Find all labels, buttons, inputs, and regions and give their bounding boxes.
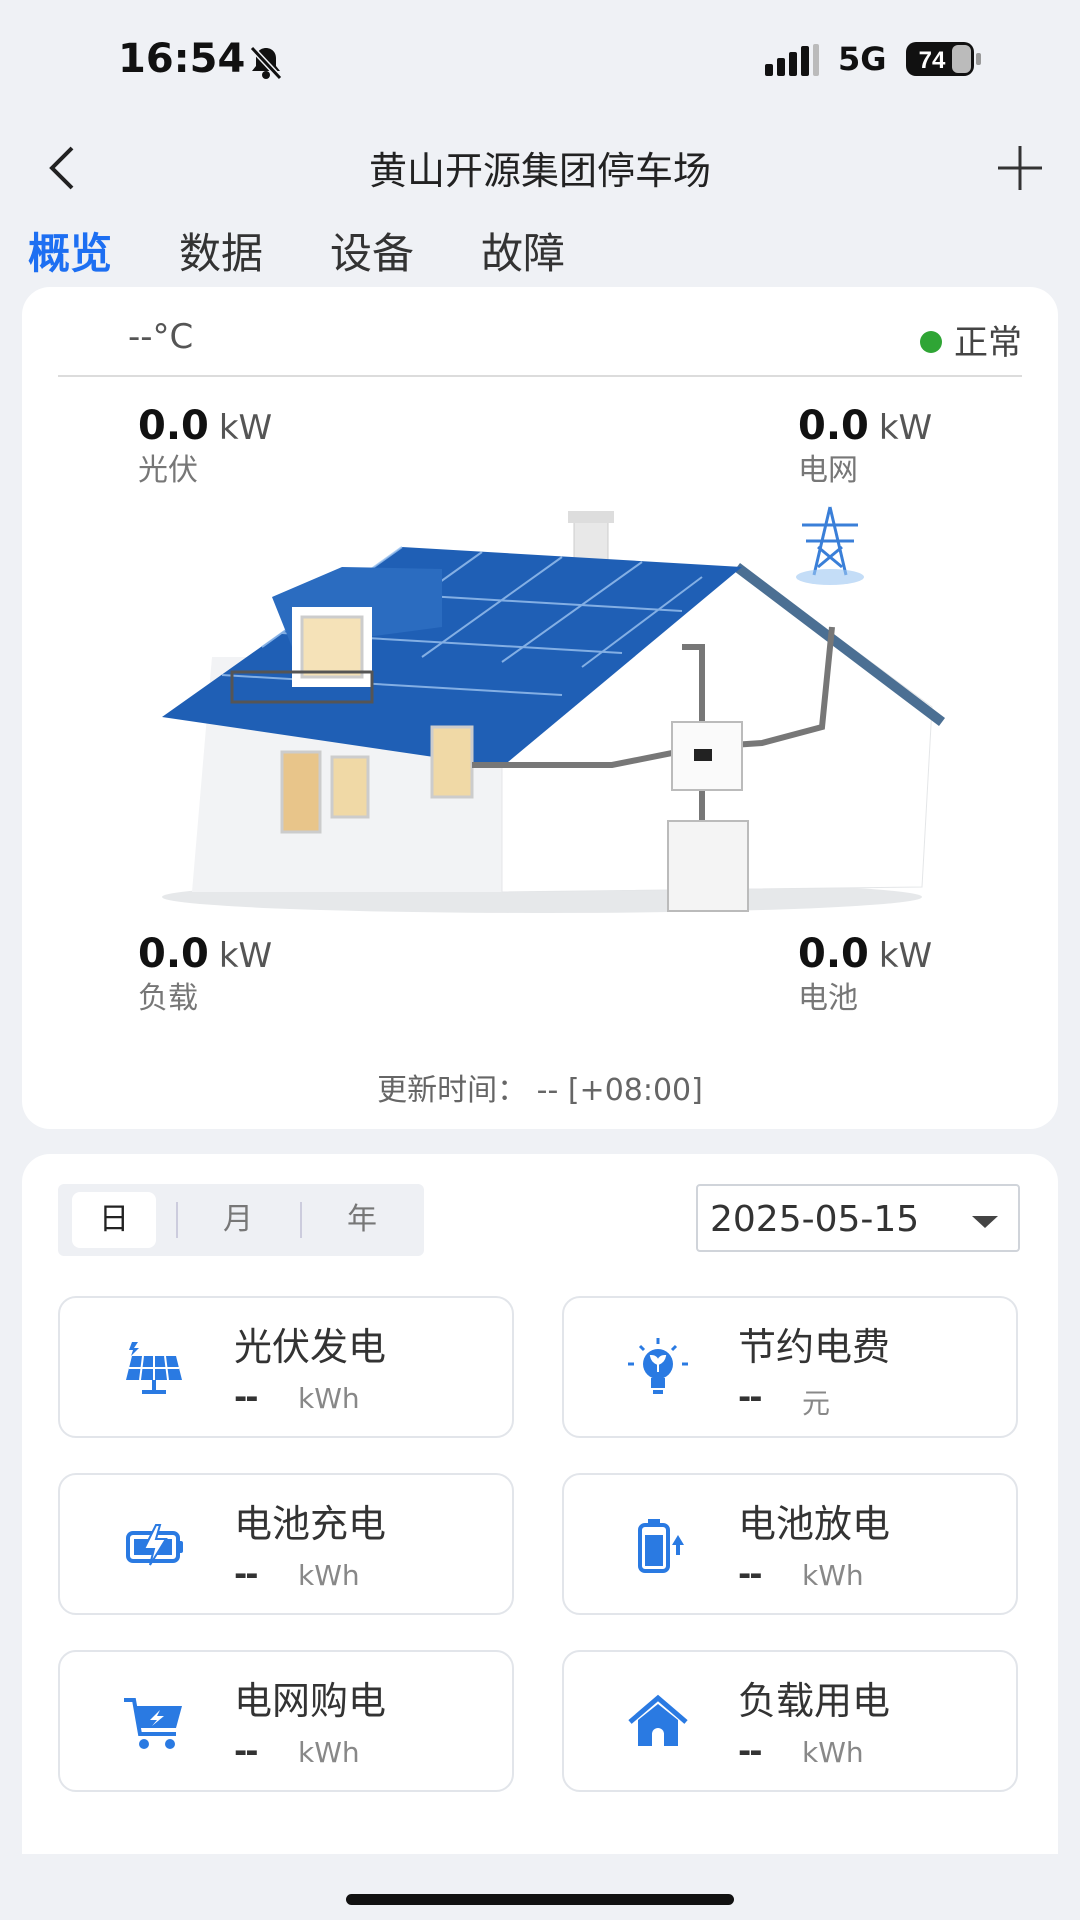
stat-unit: 元	[802, 1387, 831, 1420]
battery-label: 电池	[798, 981, 858, 1016]
stat-name: 电池放电	[738, 1502, 891, 1546]
status-bar: 16:54 5G 74	[0, 0, 1080, 120]
period-selector: 日 月 年	[58, 1184, 424, 1256]
stat-value: --	[738, 1732, 763, 1770]
stat-name: 电池充电	[234, 1502, 387, 1546]
house-illustration	[162, 506, 946, 913]
stat-unit: kWh	[802, 1559, 864, 1592]
status-text: 正常	[954, 323, 1022, 363]
pv-power: 0.0 kW 光伏	[138, 403, 272, 489]
statistics-card: 日 月 年 2025-05-15 光伏发电 -- kWh 节约电费 -- 元 电…	[22, 1154, 1058, 1854]
status-time: 16:54	[118, 36, 246, 82]
update-time: 更新时间： -- [+08:00]	[377, 1073, 703, 1108]
load-power: 0.0 kW 负载	[138, 931, 272, 1017]
tab-devices[interactable]: 设备	[330, 220, 414, 281]
stat-load-usage[interactable]: 负载用电 -- kWh	[562, 1650, 1018, 1792]
battery-power: 0.0 kW 电池	[798, 931, 932, 1017]
cart-icon	[124, 1698, 182, 1749]
signal-icon	[765, 44, 819, 76]
stat-battery-discharge[interactable]: 电池放电 -- kWh	[562, 1473, 1018, 1615]
stat-savings[interactable]: 节约电费 -- 元	[562, 1296, 1018, 1438]
home-icon	[628, 1694, 688, 1746]
battery-charge-icon	[126, 1524, 183, 1566]
battery-unit: kW	[878, 936, 933, 976]
period-year[interactable]: 年	[320, 1192, 404, 1248]
divider	[58, 375, 1022, 377]
stat-name: 负载用电	[738, 1679, 891, 1723]
status-dot-icon	[920, 330, 942, 353]
grid-value: 0.0	[798, 403, 869, 449]
period-month[interactable]: 月	[196, 1192, 280, 1248]
bell-muted-icon	[249, 45, 283, 81]
page-title: 黄山开源集团停车场	[368, 149, 711, 193]
stat-pv-generation[interactable]: 光伏发电 -- kWh	[58, 1296, 514, 1438]
grid-unit: kW	[878, 408, 933, 448]
date-value: 2025-05-15	[710, 1199, 920, 1240]
battery-discharge-icon	[638, 1519, 684, 1573]
battery-value: 0.0	[798, 931, 869, 977]
pv-label: 光伏	[138, 453, 198, 488]
stat-value: --	[234, 1378, 259, 1416]
period-separator	[300, 1202, 302, 1238]
chevron-down-icon	[972, 1216, 998, 1228]
lightbulb-icon	[628, 1338, 688, 1394]
stat-battery-charge[interactable]: 电池充电 -- kWh	[58, 1473, 514, 1615]
period-separator	[176, 1202, 178, 1238]
pv-value: 0.0	[138, 403, 209, 449]
stat-grid-purchase[interactable]: 电网购电 -- kWh	[58, 1650, 514, 1792]
stat-value: --	[234, 1732, 259, 1770]
stat-name: 电网购电	[234, 1679, 387, 1723]
stat-name: 光伏发电	[234, 1325, 387, 1369]
grid-label: 电网	[798, 453, 858, 488]
load-label: 负载	[138, 981, 198, 1016]
stat-name: 节约电费	[738, 1325, 891, 1369]
network-type: 5G	[838, 40, 887, 78]
stat-unit: kWh	[298, 1559, 360, 1592]
battery-level: 74	[919, 47, 946, 74]
load-unit: kW	[218, 936, 273, 976]
tab-data[interactable]: 数据	[179, 220, 263, 281]
stat-unit: kWh	[298, 1382, 360, 1415]
stat-unit: kWh	[802, 1736, 864, 1769]
pv-unit: kW	[218, 408, 273, 448]
home-indicator[interactable]	[346, 1894, 734, 1905]
overview-card: --°C 正常 0.0 kW 光伏 0.0 kW 电网 0.0 kW 负载 0.…	[22, 287, 1058, 1129]
stat-value: --	[234, 1555, 259, 1593]
tab-faults[interactable]: 故障	[481, 220, 565, 281]
battery-icon: 74	[906, 42, 981, 76]
date-picker[interactable]: 2025-05-15	[696, 1184, 1020, 1252]
solar-panel-icon	[126, 1342, 182, 1394]
status-indicator: 正常	[920, 315, 1022, 364]
load-value: 0.0	[138, 931, 209, 977]
stat-value: --	[738, 1555, 763, 1593]
period-day[interactable]: 日	[72, 1192, 156, 1248]
grid-power: 0.0 kW 电网	[798, 403, 932, 489]
tab-overview[interactable]: 概览	[28, 220, 112, 281]
add-icon[interactable]	[994, 142, 1046, 194]
stat-unit: kWh	[298, 1736, 360, 1769]
stat-value: --	[738, 1378, 763, 1416]
temperature: --°C	[128, 317, 194, 357]
